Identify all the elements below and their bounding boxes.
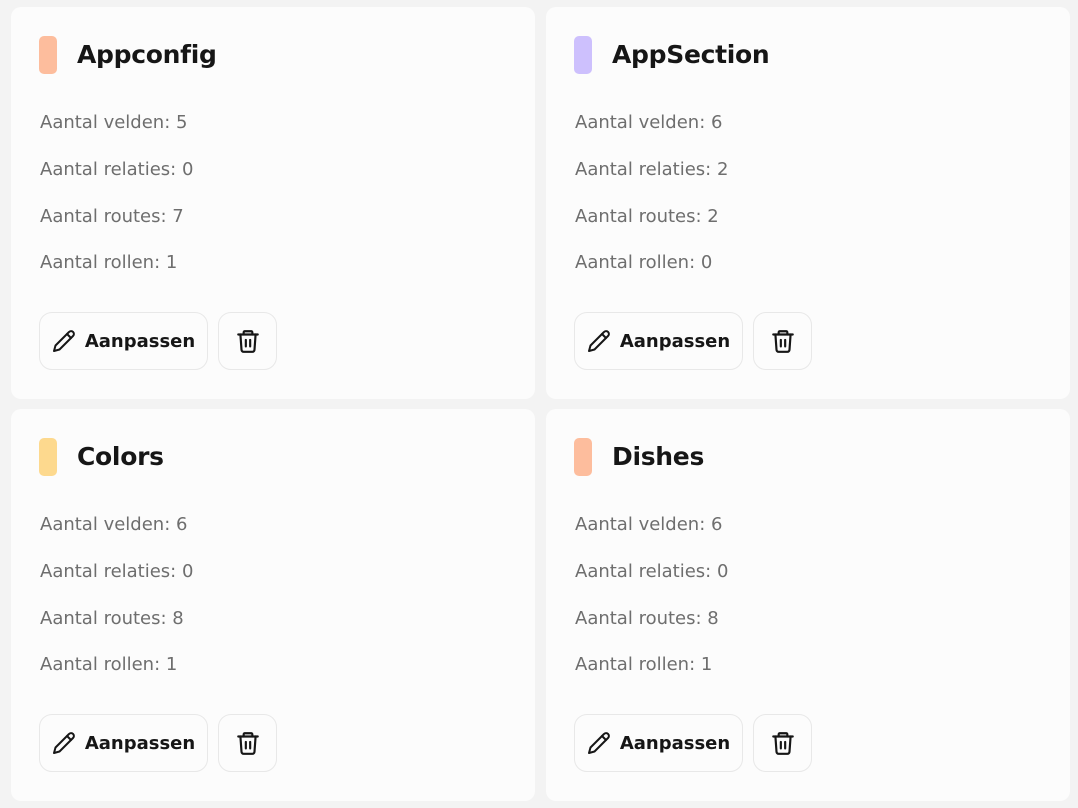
- model-card-appconfig: Appconfig Aantal velden: 5 Aantal relati…: [11, 7, 535, 399]
- card-title: Colors: [77, 442, 164, 471]
- edit-button[interactable]: Aanpassen: [574, 312, 743, 370]
- stat-fields: Aantal velden: 6: [575, 112, 723, 133]
- stat-fields: Aantal velden: 6: [40, 514, 188, 535]
- color-swatch: [574, 438, 592, 476]
- trash-icon: [235, 328, 261, 354]
- stat-routes: Aantal routes: 8: [575, 608, 719, 629]
- stat-roles: Aantal rollen: 0: [575, 252, 713, 273]
- edit-button-label: Aanpassen: [84, 330, 196, 352]
- delete-button[interactable]: [753, 312, 812, 370]
- pencil-icon: [52, 731, 76, 755]
- model-card-grid: Appconfig Aantal velden: 5 Aantal relati…: [0, 0, 1078, 808]
- card-title: AppSection: [612, 40, 770, 69]
- stat-relations: Aantal relaties: 0: [575, 561, 729, 582]
- edit-button[interactable]: Aanpassen: [39, 312, 208, 370]
- model-card-appsection: AppSection Aantal velden: 6 Aantal relat…: [546, 7, 1070, 399]
- model-card-colors: Colors Aantal velden: 6 Aantal relaties:…: [11, 409, 535, 801]
- card-title: Dishes: [612, 442, 705, 471]
- trash-icon: [770, 328, 796, 354]
- edit-button[interactable]: Aanpassen: [39, 714, 208, 772]
- stat-roles: Aantal rollen: 1: [575, 654, 713, 675]
- stat-fields: Aantal velden: 6: [575, 514, 723, 535]
- stat-roles: Aantal rollen: 1: [40, 654, 178, 675]
- stat-routes: Aantal routes: 8: [40, 608, 184, 629]
- edit-button-label: Aanpassen: [84, 732, 196, 754]
- edit-button-label: Aanpassen: [619, 732, 731, 754]
- edit-button[interactable]: Aanpassen: [574, 714, 743, 772]
- delete-button[interactable]: [218, 714, 277, 772]
- stat-routes: Aantal routes: 7: [40, 206, 184, 227]
- edit-button-label: Aanpassen: [619, 330, 731, 352]
- stat-fields: Aantal velden: 5: [40, 112, 188, 133]
- stat-relations: Aantal relaties: 2: [575, 159, 729, 180]
- stat-routes: Aantal routes: 2: [575, 206, 719, 227]
- pencil-icon: [52, 329, 76, 353]
- color-swatch: [39, 438, 57, 476]
- model-card-dishes: Dishes Aantal velden: 6 Aantal relaties:…: [546, 409, 1070, 801]
- stat-relations: Aantal relaties: 0: [40, 561, 194, 582]
- trash-icon: [770, 730, 796, 756]
- color-swatch: [574, 36, 592, 74]
- delete-button[interactable]: [753, 714, 812, 772]
- delete-button[interactable]: [218, 312, 277, 370]
- color-swatch: [39, 36, 57, 74]
- pencil-icon: [587, 731, 611, 755]
- stat-relations: Aantal relaties: 0: [40, 159, 194, 180]
- trash-icon: [235, 730, 261, 756]
- card-title: Appconfig: [77, 40, 217, 69]
- pencil-icon: [587, 329, 611, 353]
- stat-roles: Aantal rollen: 1: [40, 252, 178, 273]
